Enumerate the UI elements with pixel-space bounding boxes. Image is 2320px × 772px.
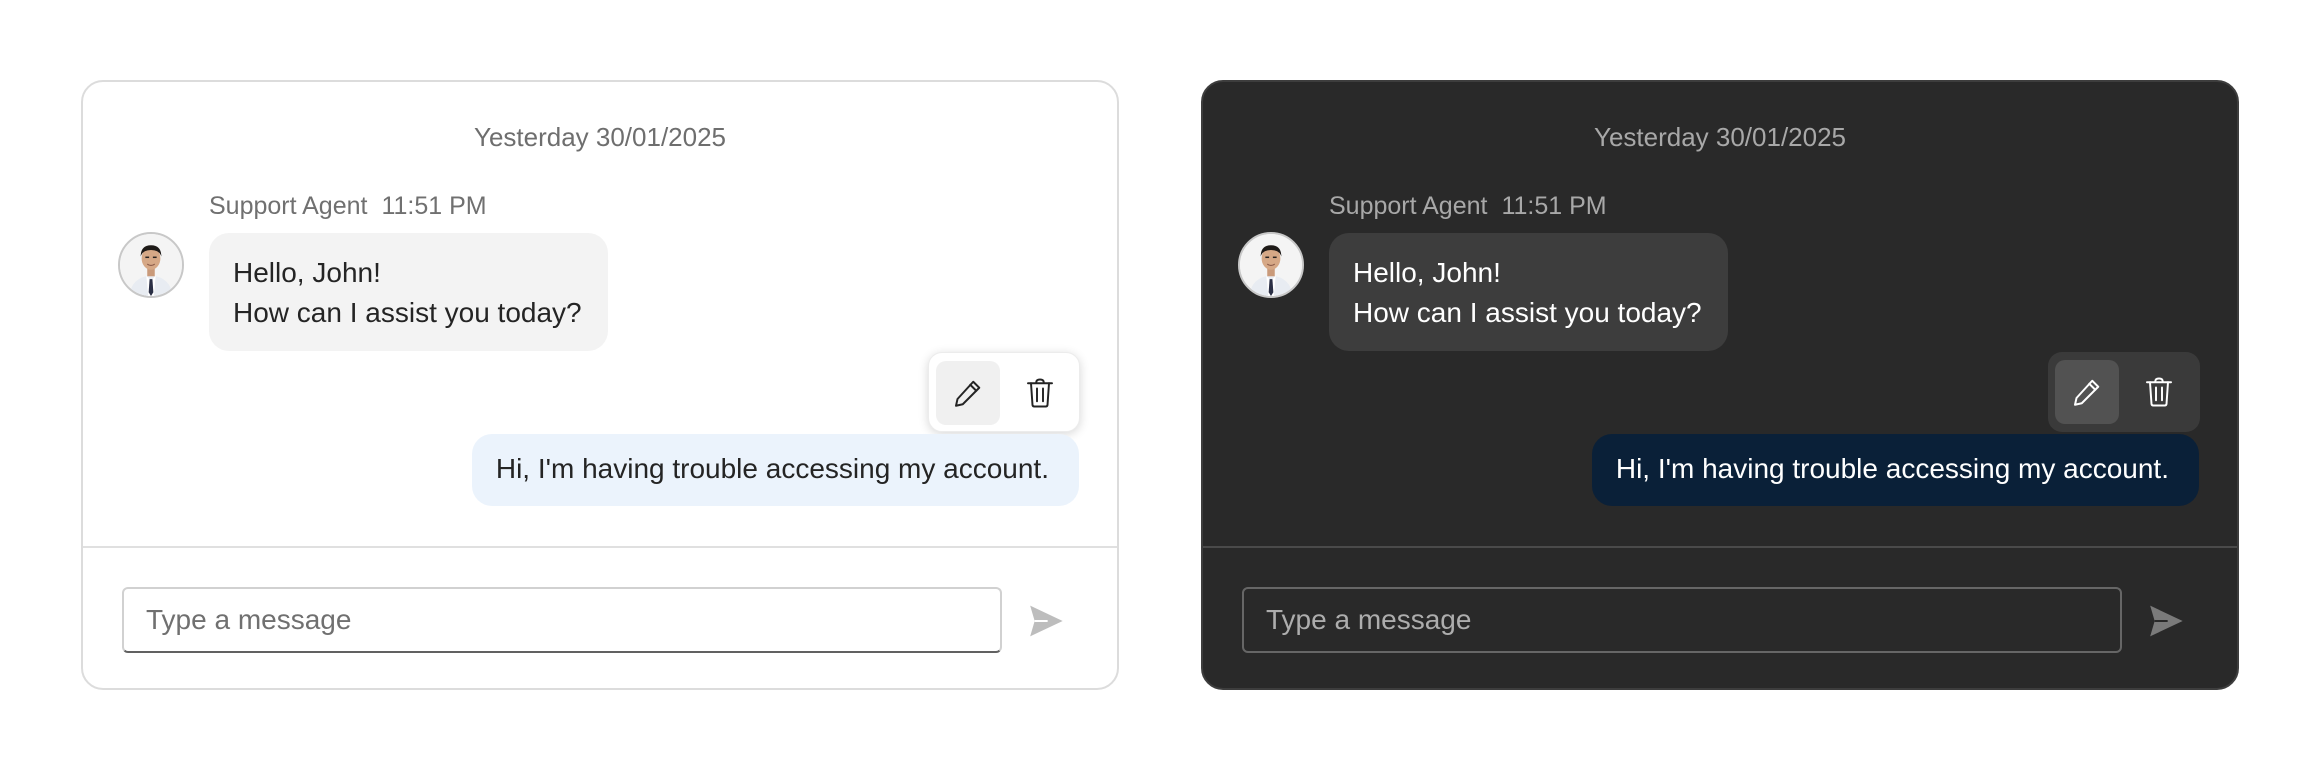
- trash-icon: [2146, 377, 2172, 407]
- chat-panel-light: Yesterday 30/01/2025 Support Agent 11:51 …: [81, 80, 1119, 690]
- message-action-bar: [928, 352, 1080, 432]
- message-time: 11:51 PM: [1501, 192, 1607, 220]
- edit-message-button[interactable]: [936, 361, 1000, 425]
- message-line: How can I assist you today?: [1353, 297, 1702, 328]
- sender-name: Support Agent: [209, 192, 368, 220]
- send-button[interactable]: [1019, 594, 1073, 648]
- message-input[interactable]: [1242, 587, 2122, 653]
- message-line: Hello, John!: [233, 257, 381, 288]
- avatar-portrait: [120, 234, 182, 296]
- message-line: How can I assist you today?: [233, 297, 582, 328]
- delete-message-button[interactable]: [2127, 360, 2191, 424]
- send-icon: [2150, 605, 2183, 637]
- delete-message-button[interactable]: [1008, 361, 1072, 425]
- composer-divider: [83, 546, 1117, 548]
- edit-message-button[interactable]: [2055, 360, 2119, 424]
- message-meta: Support Agent 11:51 PM: [1329, 192, 1607, 221]
- edit-pencil-icon: [2074, 379, 2100, 406]
- message-input[interactable]: [122, 587, 1002, 653]
- composer-divider: [1203, 546, 2237, 548]
- stage: Yesterday 30/01/2025 Support Agent 11:51 …: [0, 0, 2320, 772]
- edit-pencil-icon: [955, 380, 981, 407]
- date-separator: Yesterday 30/01/2025: [473, 122, 727, 152]
- message-line: Hello, John!: [1353, 257, 1501, 288]
- send-icon: [1030, 605, 1063, 637]
- send-button[interactable]: [2139, 594, 2193, 648]
- message-meta: Support Agent 11:51 PM: [209, 192, 487, 221]
- avatar-portrait: [1240, 234, 1302, 296]
- chat-panel-dark: Yesterday 30/01/2025 Support Agent 11:51 …: [1201, 80, 2239, 690]
- avatar[interactable]: [118, 232, 184, 298]
- message-time: 11:51 PM: [381, 192, 487, 220]
- incoming-message-bubble: Hello, John! How can I assist you today?: [209, 233, 608, 351]
- outgoing-message-bubble: Hi, I'm having trouble accessing my acco…: [471, 434, 1079, 506]
- incoming-message-bubble: Hello, John! How can I assist you today?: [1329, 233, 1728, 351]
- sender-name: Support Agent: [1329, 192, 1488, 220]
- message-action-bar: [2048, 352, 2200, 432]
- avatar[interactable]: [1238, 232, 1304, 298]
- date-separator: Yesterday 30/01/2025: [1593, 122, 1847, 152]
- outgoing-message-bubble: Hi, I'm having trouble accessing my acco…: [1591, 434, 2199, 506]
- trash-icon: [1027, 378, 1053, 408]
